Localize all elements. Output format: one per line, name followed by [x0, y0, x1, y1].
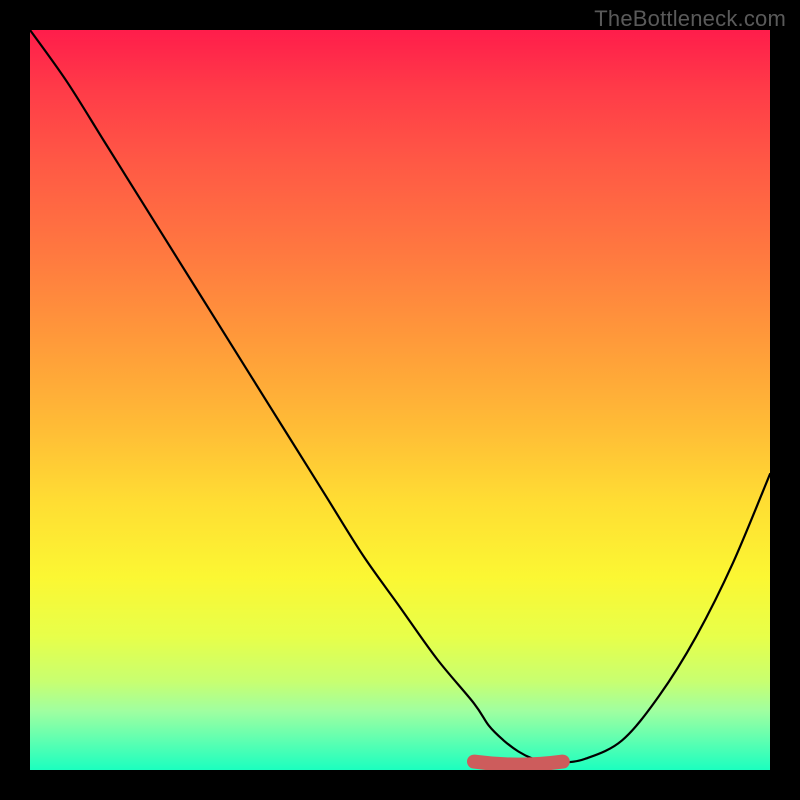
watermark-text: TheBottleneck.com — [594, 6, 786, 32]
bottleneck-curve — [30, 30, 770, 763]
curve-svg — [30, 30, 770, 770]
plot-area — [30, 30, 770, 770]
chart-frame: TheBottleneck.com — [0, 0, 800, 800]
minimum-marker — [474, 762, 563, 765]
